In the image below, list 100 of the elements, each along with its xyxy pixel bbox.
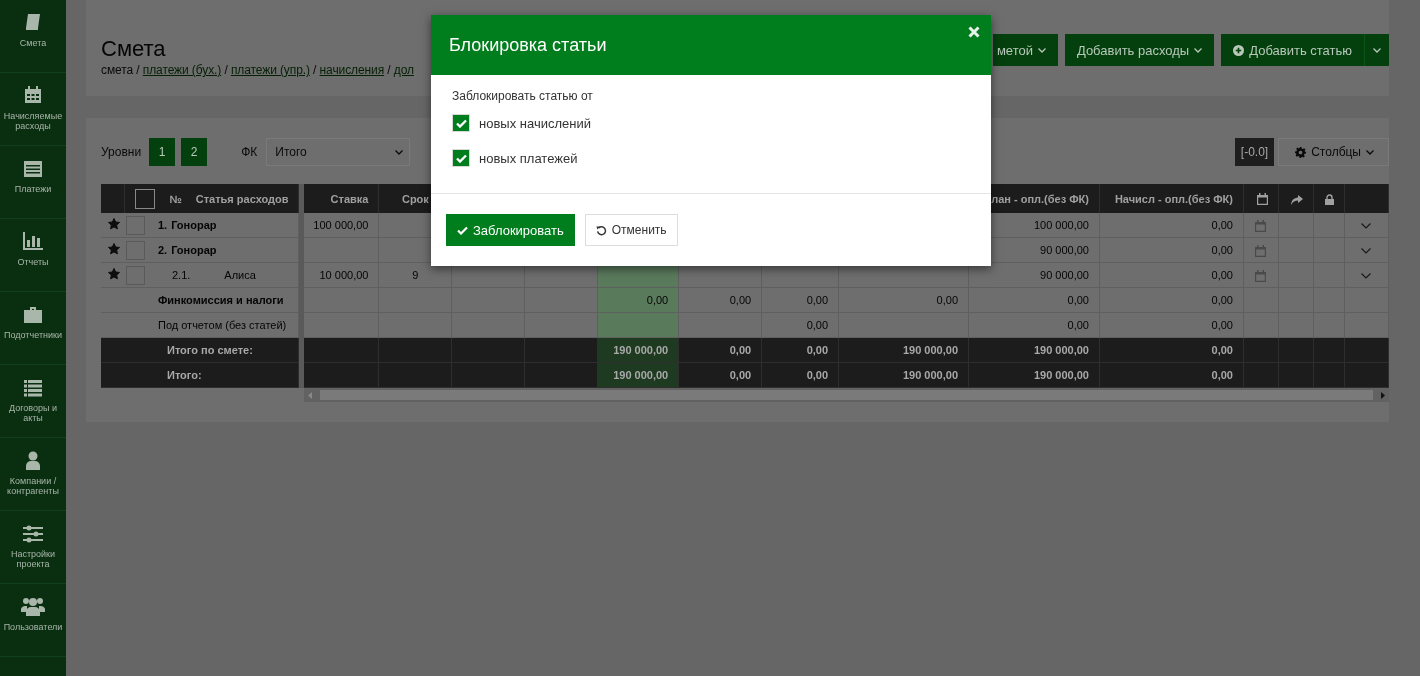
table-cell: 0,00 [729, 294, 752, 306]
checkbox-label[interactable]: новых платежей [479, 150, 578, 166]
sidebar-item[interactable]: Настройки проекта [0, 511, 66, 584]
article-name: Алиса [224, 269, 256, 281]
chevron-icon[interactable] [1361, 223, 1372, 230]
caret-icon [1373, 47, 1381, 53]
table-cell: 0,00 [1067, 319, 1089, 331]
column-header: лан - опл.(без ФК) [991, 192, 1089, 205]
table-cell: 190 000,00 [902, 344, 958, 356]
breadcrumb-separator: / [313, 63, 317, 77]
dialog-prompt: Заблокировать статью от [452, 89, 594, 103]
sidebar-item[interactable]: Платежи [0, 146, 66, 219]
users-icon [21, 596, 45, 616]
caret-icon [395, 149, 404, 155]
sidebar-item[interactable]: Смета [0, 0, 66, 73]
level-button[interactable]: 1 [149, 138, 176, 166]
sidebar-item[interactable]: Компании / контрагенты [0, 438, 66, 511]
table-cell: 0,00 [1211, 369, 1233, 381]
table-cell: 100 000,00 [1033, 219, 1089, 231]
article-name: Гонорар [171, 244, 217, 256]
table-cell: 0,00 [936, 294, 958, 306]
column-header: Срок [401, 192, 429, 205]
star-icon[interactable] [108, 268, 120, 280]
plus-circle-icon [1233, 44, 1245, 56]
table-cell: 90 000,00 [1040, 244, 1089, 256]
caret-icon [1037, 47, 1046, 53]
table-cell: 9 [412, 269, 419, 281]
list-icon [23, 379, 43, 397]
sidebar-item[interactable]: Пользователи [0, 584, 66, 657]
checkbox[interactable] [452, 149, 470, 167]
table-cell: 0,00 [1211, 244, 1233, 256]
bar-chart-icon [22, 231, 44, 251]
book-icon [23, 12, 43, 32]
table-cell: 190 000,00 [1033, 369, 1089, 381]
dropdown-button[interactable] [1364, 34, 1389, 66]
row-number: 2.1. [171, 269, 191, 281]
sidebar-item[interactable]: Договоры и акты [0, 365, 66, 438]
sidebar-item[interactable]: Отчеты [0, 219, 66, 292]
checkbox[interactable] [452, 114, 470, 132]
column-header: Статья расходов [195, 192, 289, 205]
table-cell: 90 000,00 [1040, 269, 1089, 281]
table-cell: 0,00 [1067, 294, 1089, 306]
column-header: Начисл - опл.(без ФК) [1114, 192, 1233, 205]
calendar-icon [1256, 193, 1268, 206]
table-cell: 0,00 [806, 319, 829, 331]
table-cell: 100 000,00 [313, 219, 369, 231]
table-cell: 0,00 [729, 369, 752, 381]
table-cell: 0,00 [1211, 269, 1233, 281]
dialog-title: Блокировка статьи [449, 34, 607, 55]
fk-select[interactable]: Итого [266, 138, 411, 166]
star-icon[interactable] [108, 243, 120, 255]
summary-label: Итого по смете: [166, 344, 253, 356]
calendar-icon [23, 85, 43, 105]
sidebar-item[interactable]: Подотчетники [0, 292, 66, 365]
precision-button[interactable]: [-0.0] [1234, 138, 1275, 166]
horizontal-scrollbar[interactable] [304, 388, 1389, 402]
breadcrumb-separator: / [387, 63, 391, 77]
sidebar-item[interactable]: Начисляемые расходы [0, 73, 66, 146]
number-header: № [169, 192, 182, 205]
table-cell: 0,00 [1211, 319, 1233, 331]
breadcrumb-separator: / [224, 63, 228, 77]
close-icon[interactable] [968, 26, 980, 38]
table-cell: 0,00 [806, 294, 829, 306]
breadcrumb-text: смета [101, 63, 134, 77]
block-button[interactable]: Заблокировать [446, 214, 575, 246]
level-button[interactable]: 2 [181, 138, 208, 166]
table-cell: 0,00 [729, 344, 752, 356]
caret-icon [1366, 149, 1374, 155]
share-arrow-icon [1290, 194, 1303, 205]
summary-label: Итого: [166, 369, 202, 381]
lock-icon [1324, 193, 1334, 205]
table-cell: 0,00 [1211, 294, 1233, 306]
columns-button[interactable]: Столбцы [1278, 138, 1389, 166]
checkbox-label[interactable]: новых начислений [479, 115, 591, 131]
select-all-checkbox[interactable] [135, 188, 156, 209]
levels-label: Уровни [101, 145, 142, 159]
dropdown-button[interactable]: Добавить расходы [1064, 34, 1215, 66]
dropdown-button[interactable]: метой [992, 34, 1058, 66]
article-name: Гонорар [171, 219, 217, 231]
table-cell: 190 000,00 [902, 369, 958, 381]
breadcrumb-separator: / [136, 63, 140, 77]
table-cell: 190 000,00 [1033, 344, 1089, 356]
person-icon [25, 451, 41, 470]
check-icon [457, 225, 468, 235]
table-cell: 0,00 [806, 344, 829, 356]
fk-label: ФК [241, 145, 258, 159]
add-article-button[interactable]: Добавить статью [1221, 34, 1364, 66]
gear-icon [1295, 146, 1307, 158]
cancel-button[interactable]: Отменить [584, 214, 678, 246]
chevron-icon[interactable] [1361, 248, 1372, 255]
row-number: 2. [157, 244, 168, 256]
scroll-right-icon[interactable] [1381, 391, 1385, 399]
table-cell: 10 000,00 [319, 269, 369, 281]
table-cell: 190 000,00 [613, 369, 669, 381]
table-cell: 0,00 [1211, 219, 1233, 231]
chevron-icon[interactable] [1361, 273, 1372, 280]
summary-label: Финкомиссия и налоги [157, 294, 284, 306]
star-icon[interactable] [108, 218, 120, 230]
table-cell: 190 000,00 [613, 344, 669, 356]
check-icon [455, 118, 467, 128]
